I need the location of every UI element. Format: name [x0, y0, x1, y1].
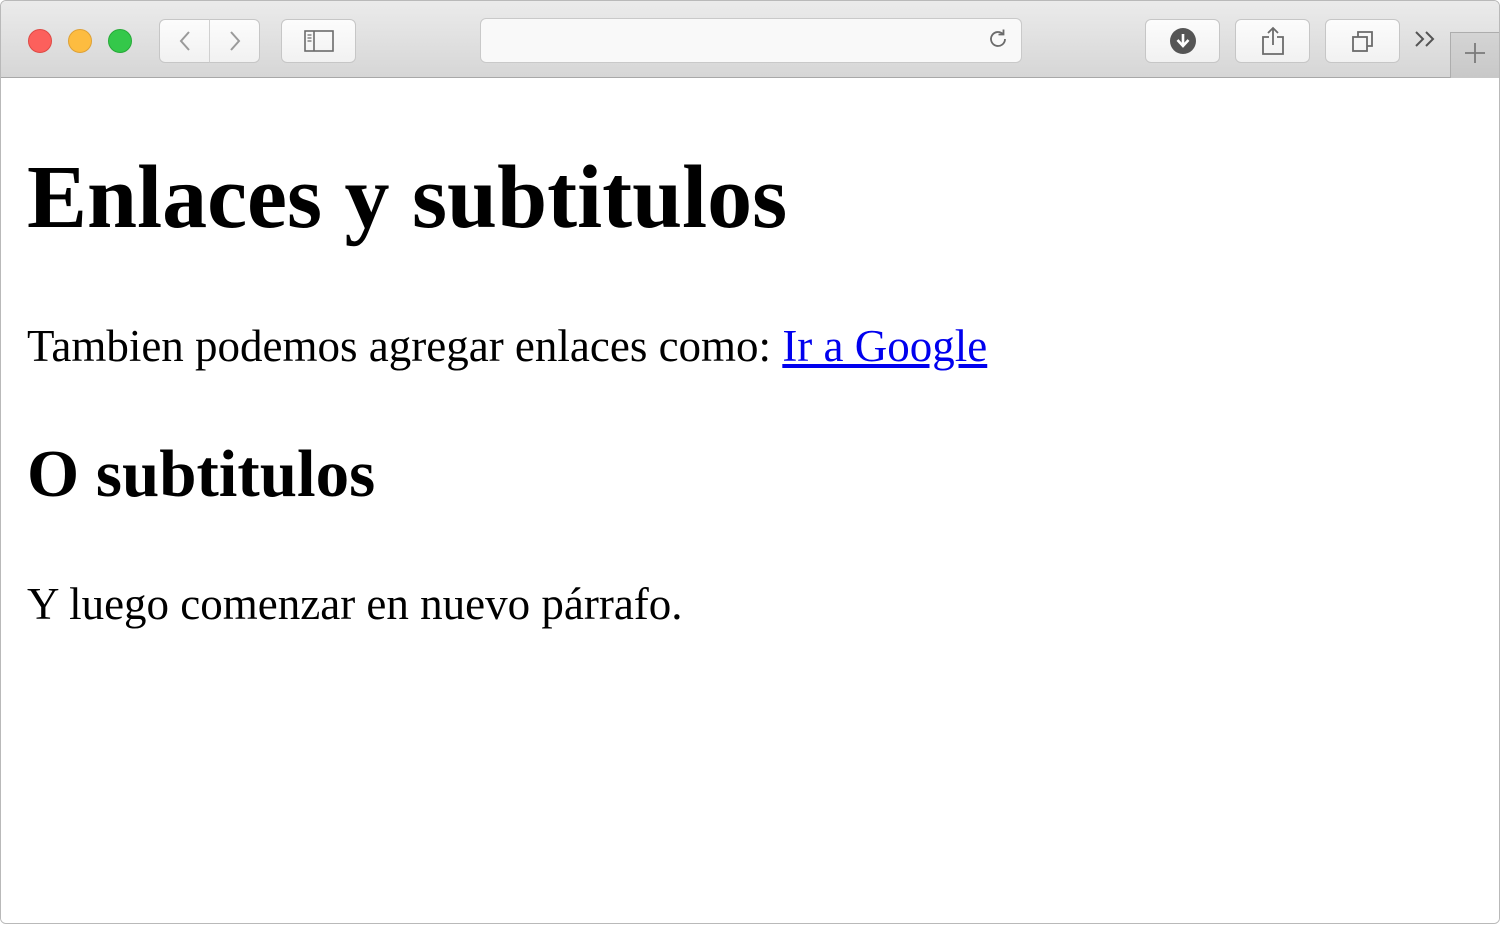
minimize-window-button[interactable] — [68, 29, 92, 53]
chevron-right-icon — [228, 29, 242, 53]
sidebar-toggle-button[interactable] — [281, 19, 356, 63]
browser-window: Enlaces y subtitulos Tambien podemos agr… — [0, 0, 1500, 924]
close-window-button[interactable] — [28, 29, 52, 53]
chevron-left-icon — [178, 29, 192, 53]
sidebar-icon — [303, 30, 334, 52]
browser-toolbar — [1, 1, 1499, 78]
chevron-double-right-icon — [1412, 28, 1438, 55]
navigation-buttons — [159, 19, 262, 63]
new-tab-button[interactable] — [1450, 32, 1499, 78]
zoom-window-button[interactable] — [108, 29, 132, 53]
plus-icon — [1463, 41, 1487, 70]
page-content: Enlaces y subtitulos Tambien podemos agr… — [1, 79, 1499, 923]
share-icon — [1261, 26, 1285, 56]
reload-button[interactable] — [985, 28, 1011, 54]
more-toolbar-items-button[interactable] — [1409, 25, 1441, 57]
tabs-overview-button[interactable] — [1325, 19, 1400, 63]
download-icon — [1169, 27, 1197, 55]
address-input[interactable] — [491, 27, 975, 55]
share-button[interactable] — [1235, 19, 1310, 63]
google-link[interactable]: Ir a Google — [782, 321, 987, 371]
reload-icon — [986, 27, 1010, 56]
links-paragraph: Tambien podemos agregar enlaces como: Ir… — [27, 316, 987, 376]
address-bar[interactable] — [480, 18, 1022, 63]
links-paragraph-text: Tambien podemos agregar enlaces como: — [27, 321, 783, 371]
page-subheading: O subtitulos — [27, 437, 376, 511]
back-button[interactable] — [159, 19, 210, 63]
new-paragraph: Y luego comenzar en nuevo párrafo. — [27, 579, 683, 629]
tabs-overview-icon — [1350, 28, 1376, 54]
downloads-button[interactable] — [1145, 19, 1220, 63]
forward-button[interactable] — [209, 19, 260, 63]
page-heading: Enlaces y subtitulos — [27, 148, 788, 247]
